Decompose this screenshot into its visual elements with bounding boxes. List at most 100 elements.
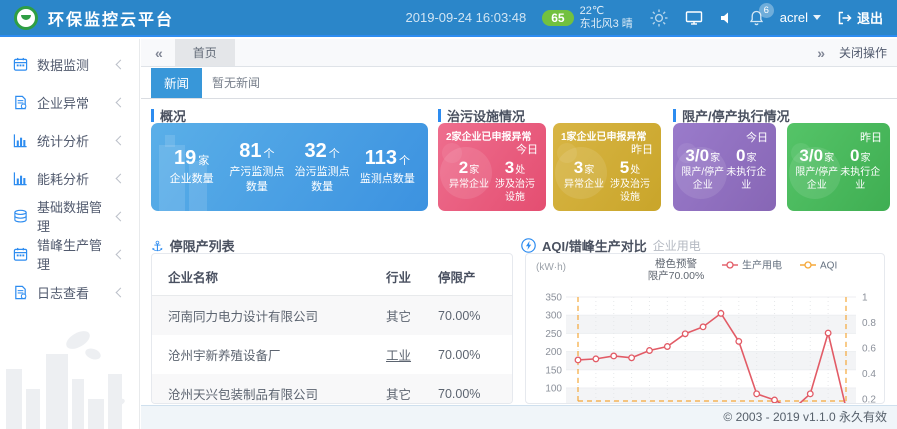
news-empty-text: 暂无新闻 — [212, 74, 260, 98]
sidebar: 数据监测企业异常统计分析能耗分析基础数据管理错峰生产管理日志查看 — [0, 39, 140, 429]
sidebar-item-1[interactable]: 数据监测 — [0, 45, 139, 83]
stat-label: 未执行企业 — [839, 167, 883, 192]
cell-company: 沧州天兴包装制品有限公司 — [152, 374, 386, 404]
data-point — [772, 397, 778, 403]
table-row[interactable]: 沧州宇新养殖设备厂工业70.00% — [152, 335, 512, 374]
sidebar-item-label: 能耗分析 — [37, 169, 108, 188]
data-point — [754, 391, 760, 397]
sidebar-item-7[interactable]: 日志查看 — [0, 273, 139, 311]
news-tabs: 新闻 暂无新闻 — [141, 71, 897, 99]
data-point — [665, 344, 671, 350]
chevron-collapse-icon — [116, 59, 126, 69]
chevron-collapse-icon — [116, 287, 126, 297]
svg-text:250: 250 — [545, 329, 562, 340]
stat-value: 3/0家 — [795, 146, 839, 166]
stat-label: 涉及治污设施 — [607, 179, 653, 204]
y-axis-unit: (kW·h) — [536, 262, 566, 273]
cell-industry[interactable]: 工业 — [386, 335, 438, 374]
tab-home[interactable]: 首页 — [175, 39, 235, 66]
card-stat: 3处涉及治污设施 — [492, 158, 538, 204]
stat-label: 未执行企业 — [725, 167, 769, 192]
treatment-card-2: 1家企业已申报异常昨日3家异常企业5处涉及治污设施 — [553, 123, 661, 211]
username: acrel — [780, 10, 808, 25]
app-title: 环保监控云平台 — [48, 6, 174, 30]
sidebar-item-label: 统计分析 — [37, 131, 108, 150]
overview-card: 19家企业数量81个产污监测点数量32个治污监测点数量113个监测点数量 — [151, 123, 428, 211]
restriction-list-panel: 企业名称 行业 停限产 河南同力电力设计有限公司其它70.00%沧州宇新养殖设备… — [151, 253, 513, 404]
sidebar-item-4[interactable]: 能耗分析 — [0, 159, 139, 197]
stat-label: 涉及治污设施 — [492, 179, 538, 204]
svg-text:350: 350 — [545, 293, 562, 304]
sidebar-item-5[interactable]: 基础数据管理 — [0, 197, 139, 235]
sidebar-item-3[interactable]: 统计分析 — [0, 121, 139, 159]
stat-label: 限产/停产企业 — [681, 167, 725, 192]
layers-icon — [13, 209, 28, 224]
content: 新闻 暂无新闻 概况 治污设施情况 限产/停产执行情况 19家企业数量81个产污… — [141, 67, 897, 405]
anchor-icon: ⚓ — [151, 239, 164, 253]
chevron-collapse-icon — [116, 211, 126, 221]
chevron-down-icon — [813, 15, 821, 20]
card-period-label: 昨日 — [561, 144, 653, 157]
data-point — [629, 355, 635, 361]
cell-industry: 其它 — [386, 374, 438, 404]
legend-item-aqi[interactable]: AQI — [800, 261, 837, 272]
restriction-card-1: 今日3/0家限产/停产企业0家未执行企业 — [673, 123, 776, 211]
svg-text:0.4: 0.4 — [862, 369, 876, 380]
scroll-tabs-left-icon[interactable]: « — [151, 46, 167, 60]
card-period-label: 今日 — [446, 144, 538, 157]
overview-stat: 113个监测点数量 — [355, 147, 420, 186]
speaker-icon[interactable] — [719, 11, 733, 25]
datetime: 2019-09-24 16:03:48 — [406, 10, 527, 25]
overview-stat: 19家企业数量 — [159, 147, 224, 186]
file-icon — [13, 285, 28, 300]
scroll-tabs-right-icon[interactable]: » — [813, 46, 829, 60]
notifications-bell-icon[interactable]: 6 — [749, 10, 764, 26]
stat-label: 异常企业 — [561, 179, 607, 192]
cell-industry: 其它 — [386, 296, 438, 336]
table-row[interactable]: 沧州天兴包装制品有限公司其它70.00% — [152, 374, 512, 404]
card-stats: 3家异常企业5处涉及治污设施 — [561, 158, 653, 204]
notification-count-badge: 6 — [759, 3, 774, 18]
footer: © 2003 - 2019 v1.1.0 永久有效 — [141, 405, 897, 429]
cell-rate: 70.00% — [438, 374, 512, 404]
warning-annotation: 橙色预警限产70.00% — [648, 257, 705, 282]
sidebar-item-label: 企业异常 — [37, 93, 108, 112]
card-stat: 3/0家限产/停产企业 — [681, 146, 725, 192]
close-operations-menu[interactable]: 关闭操作 — [839, 44, 887, 61]
sidebar-item-label: 日志查看 — [37, 283, 108, 302]
chevron-collapse-icon — [116, 97, 126, 107]
sidebar-item-2[interactable]: 企业异常 — [0, 83, 139, 121]
city-skyline-watermark — [0, 314, 140, 429]
data-point — [825, 330, 831, 336]
aqi-subtitle: 企业用电 — [653, 237, 701, 254]
treatment-card-1: 2家企业已申报异常今日2家异常企业3处涉及治污设施 — [438, 123, 546, 211]
lightning-circle-icon — [521, 238, 536, 253]
data-point — [682, 331, 688, 337]
col-company: 企业名称 — [152, 258, 386, 296]
app-header: 环保监控云平台 2019-09-24 16:03:48 65 22℃ 东北风3 … — [0, 0, 897, 37]
stat-label: 限产/停产企业 — [795, 167, 839, 192]
stat-label: 异常企业 — [446, 179, 492, 192]
overview-stat: 32个治污监测点数量 — [290, 140, 355, 194]
tab-news[interactable]: 新闻 — [151, 68, 202, 98]
legend-item-production[interactable]: 生产用电 — [722, 259, 782, 272]
sidebar-item-label: 基础数据管理 — [37, 197, 108, 235]
table-row[interactable]: 河南同力电力设计有限公司其它70.00% — [152, 296, 512, 336]
svg-text:0.2: 0.2 — [862, 394, 876, 403]
monitor-icon[interactable] — [685, 10, 703, 26]
logout-button[interactable]: 退出 — [837, 8, 883, 27]
chart-icon — [13, 171, 28, 186]
stat-value: 5处 — [607, 158, 653, 178]
card-stat: 3家异常企业 — [561, 158, 607, 204]
table-header-row: 企业名称 行业 停限产 — [152, 258, 512, 296]
user-menu[interactable]: acrel — [780, 10, 821, 25]
chevron-collapse-icon — [116, 173, 126, 183]
card-stat: 2家异常企业 — [446, 158, 492, 204]
sidebar-item-6[interactable]: 错峰生产管理 — [0, 235, 139, 273]
stat-label: 监测点数量 — [355, 172, 420, 186]
stat-value: 113个 — [355, 147, 420, 170]
data-point — [700, 324, 706, 330]
cell-company: 沧州宇新养殖设备厂 — [152, 335, 386, 374]
title-bar — [151, 109, 154, 122]
aqi-line-chart: 35030025020015010010.80.60.40.2(kW·h)橙色预… — [526, 254, 884, 403]
